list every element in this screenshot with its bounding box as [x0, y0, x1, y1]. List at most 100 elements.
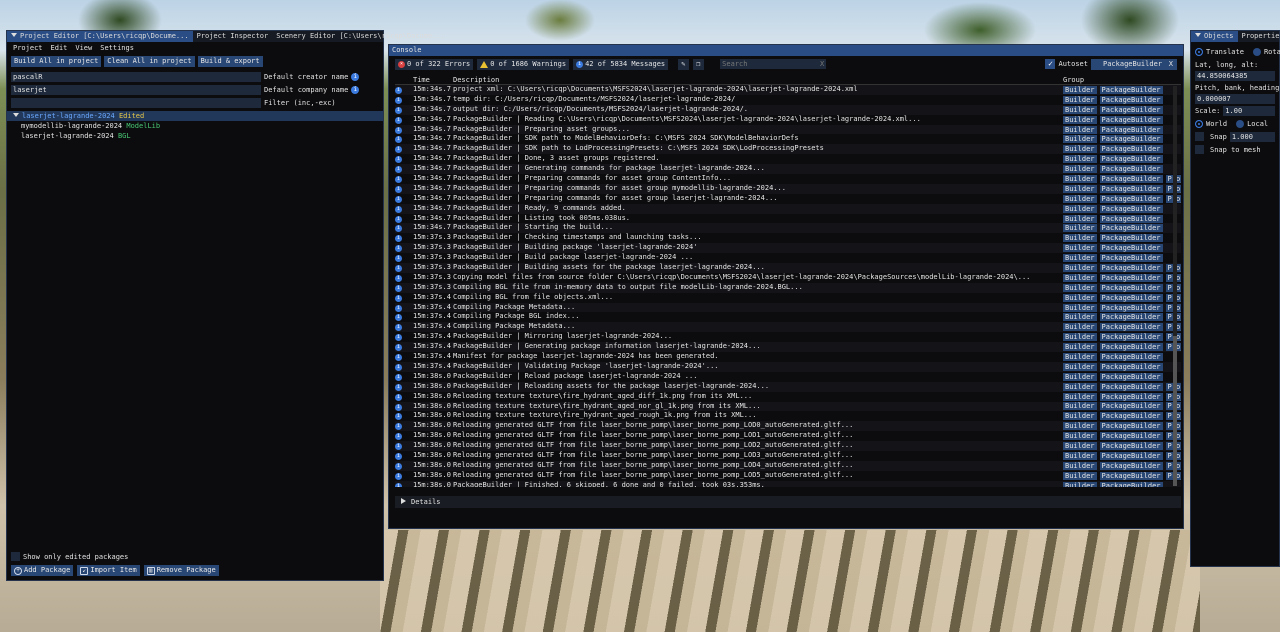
- scrollbar-thumb[interactable]: [1173, 336, 1177, 486]
- table-row[interactable]: i 15m:34s.74 PackageBuilder | Preparing co…: [395, 194, 1181, 204]
- header-time[interactable]: Time: [413, 75, 451, 84]
- search-input[interactable]: Search X: [720, 59, 827, 69]
- remove-package-button[interactable]: ▥ Remove Package: [143, 565, 219, 576]
- show-edited-checkbox[interactable]: [11, 552, 20, 561]
- table-row[interactable]: i 15m:38s.09 PackageBuilder | Reloading as…: [395, 381, 1181, 392]
- table-row[interactable]: i 15m:38s.09 Reloading generated GLTF from…: [395, 460, 1181, 471]
- company-input[interactable]: laserjet: [11, 84, 261, 95]
- table-row[interactable]: i 15m:34s.74 PackageBuilder | Generating c…: [395, 164, 1181, 175]
- table-row[interactable]: i 15m:34s.74 PackageBuilder | SDK path to …: [395, 144, 1181, 155]
- tree-item-package[interactable]: laserjet-lagrande-2024 Edited: [7, 111, 383, 121]
- table-row[interactable]: i 15m:38s.09 Reloading texture texture\fir…: [395, 401, 1181, 412]
- table-row[interactable]: i 15m:37s.33 PackageBuilder | Build packag…: [395, 253, 1181, 263]
- import-icon: ↙: [80, 566, 89, 575]
- collapse-icon[interactable]: [1195, 33, 1201, 37]
- import-item-button[interactable]: ↙ Import Item: [77, 565, 140, 576]
- table-row[interactable]: i 15m:34s.72 project xml: C:\Users\ricqp\D…: [395, 85, 1181, 95]
- menu-view[interactable]: View: [75, 44, 92, 52]
- info-icon[interactable]: i: [351, 72, 360, 81]
- tab-properties[interactable]: Properties: [1238, 31, 1280, 42]
- table-row[interactable]: i 15m:37s.45 Compiling Package BGL index..…: [395, 312, 1181, 322]
- collapse-icon[interactable]: [11, 33, 17, 37]
- table-row[interactable]: i 15m:34s.74 PackageBuilder | SDK path to …: [395, 134, 1181, 144]
- snap-checkbox[interactable]: [1195, 132, 1204, 141]
- table-row[interactable]: i 15m:38s.09 Reloading generated GLTF from…: [395, 441, 1181, 451]
- table-row[interactable]: i 15m:37s.45 PackageBuilder | Generating p…: [395, 342, 1181, 353]
- console-scrollbar[interactable]: [1173, 86, 1177, 486]
- creator-label: Default creator name: [264, 72, 349, 81]
- table-row[interactable]: i 15m:37s.45 Compiling Package Metadata...…: [395, 322, 1181, 333]
- table-row[interactable]: i 15m:37s.33 Compiling BGL file from in-me…: [395, 282, 1181, 293]
- group-filter-input[interactable]: PackageBuilder X: [1091, 58, 1177, 70]
- table-row[interactable]: i 15m:37s.33 Copying model files from sour…: [395, 273, 1181, 283]
- clean-all-button[interactable]: Clean All in project: [104, 56, 195, 67]
- group-tag-packagebuilder: PackageBuilder: [1099, 343, 1163, 352]
- table-row[interactable]: i 15m:34s.74 PackageBuilder | Preparing co…: [395, 174, 1181, 184]
- info-icon: i: [395, 433, 402, 441]
- translate-radio[interactable]: [1195, 47, 1203, 56]
- table-row[interactable]: i 15m:34s.74 PackageBuilder | Preparing co…: [395, 183, 1181, 194]
- table-row[interactable]: i 15m:37s.33 PackageBuilder | Building ass…: [395, 263, 1181, 273]
- info-icon[interactable]: i: [351, 85, 360, 94]
- world-radio[interactable]: [1195, 119, 1203, 128]
- table-row[interactable]: i 15m:34s.74 PackageBuilder | Listing took…: [395, 214, 1181, 224]
- tab-project-editor[interactable]: Project Editor [C:\Users\ricqp\Docume...: [7, 31, 193, 42]
- menu-settings[interactable]: Settings: [100, 44, 134, 52]
- table-row[interactable]: i 15m:38s.09 Reloading generated GLTF from…: [395, 451, 1181, 461]
- table-row[interactable]: i 15m:37s.45 PackageBuilder | Mirroring la…: [395, 332, 1181, 342]
- table-row[interactable]: i 15m:38s.09 Reloading generated GLTF from…: [395, 471, 1181, 481]
- rotate-radio[interactable]: [1252, 47, 1261, 56]
- table-row[interactable]: i 15m:38s.09 Reloading generated GLTF from…: [395, 431, 1181, 441]
- snap-input[interactable]: 1.000: [1229, 131, 1275, 142]
- errors-filter-button[interactable]: × 0 of 322 Errors: [395, 58, 474, 70]
- autoset-checkbox[interactable]: ✓: [1045, 59, 1056, 69]
- table-row[interactable]: i 15m:38s.09 Reloading texture texture\fir…: [395, 411, 1181, 421]
- table-row[interactable]: i 15m:37s.46 PackageBuilder | Validating P…: [395, 361, 1181, 372]
- clear-console-button[interactable]: ✎: [678, 58, 690, 70]
- scale-input[interactable]: 1.00: [1223, 105, 1275, 116]
- table-row[interactable]: i 15m:37s.45 Manifest for package laserjet…: [395, 352, 1181, 362]
- row-time: 15m:38s.09: [413, 411, 451, 420]
- build-all-button[interactable]: Build All in project: [11, 56, 102, 67]
- header-group[interactable]: Group: [1063, 75, 1181, 84]
- table-row[interactable]: i 15m:34s.72 output dir: C:/Users/ricqp/Do…: [395, 104, 1181, 115]
- messages-filter-button[interactable]: i 42 of 5834 Messages: [573, 58, 669, 70]
- expand-icon[interactable]: [13, 113, 19, 117]
- table-row[interactable]: i 15m:34s.74 PackageBuilder | Done, 3 asse…: [395, 154, 1181, 164]
- tab-project-inspector[interactable]: Project Inspector: [193, 31, 273, 42]
- console-title[interactable]: Console: [389, 45, 1183, 56]
- clear-group-icon[interactable]: X: [1169, 59, 1173, 70]
- menu-project[interactable]: Project: [13, 44, 43, 52]
- local-radio[interactable]: [1236, 119, 1245, 128]
- menu-edit[interactable]: Edit: [51, 44, 68, 52]
- pbh-input[interactable]: 0.000007: [1195, 94, 1275, 104]
- tree-item-bgl[interactable]: laserjet-lagrande-2024 BGL: [7, 131, 383, 141]
- clear-search-icon[interactable]: X: [820, 59, 824, 69]
- table-row[interactable]: i 15m:38s.09 Reloading texture texture\fir…: [395, 392, 1181, 402]
- table-row[interactable]: i 15m:34s.74 PackageBuilder | Ready, 9 com…: [395, 203, 1181, 214]
- table-row[interactable]: i 15m:34s.72 PackageBuilder | Reading C:\U…: [395, 115, 1181, 125]
- table-row[interactable]: i 15m:37s.45 Compiling Package Metadata...…: [395, 302, 1181, 313]
- table-row[interactable]: i 15m:38s.09 PackageBuilder | Finished, 6 …: [395, 480, 1181, 487]
- table-row[interactable]: i 15m:37s.33 PackageBuilder | Checking tim…: [395, 233, 1181, 243]
- tab-objects[interactable]: Objects: [1191, 31, 1238, 42]
- tree-item-modellib[interactable]: mymodellib-lagrande-2024 ModelLib: [7, 121, 383, 131]
- details-section[interactable]: Details: [395, 496, 1181, 508]
- add-package-button[interactable]: + Add Package: [11, 565, 74, 576]
- copy-console-button[interactable]: ❐: [693, 58, 705, 70]
- table-row[interactable]: i 15m:37s.33 PackageBuilder | Building pac…: [395, 243, 1181, 254]
- creator-input[interactable]: pascalR: [11, 71, 261, 82]
- warnings-filter-button[interactable]: 0 of 1686 Warnings: [477, 58, 570, 70]
- header-description[interactable]: Description: [451, 75, 1063, 84]
- table-row[interactable]: i 15m:38s.09 PackageBuilder | Reload packa…: [395, 372, 1181, 382]
- table-row[interactable]: i 15m:34s.72 temp dir: C:/Users/ricqp/Docu…: [395, 95, 1181, 105]
- lla-input[interactable]: 44.850064385: [1195, 71, 1275, 81]
- table-row[interactable]: i 15m:34s.74 PackageBuilder | Preparing as…: [395, 124, 1181, 135]
- table-row[interactable]: i 15m:34s.74 PackageBuilder | Starting the…: [395, 223, 1181, 234]
- tab-scenery-editor[interactable]: Scenery Editor [C:\Users\ricqp\Docume...: [272, 31, 449, 42]
- table-row[interactable]: i 15m:37s.42 Compiling BGL from file objec…: [395, 293, 1181, 303]
- table-row[interactable]: i 15m:38s.09 Reloading generated GLTF from…: [395, 421, 1181, 432]
- build-export-button[interactable]: Build & export: [197, 56, 263, 67]
- snap-mesh-checkbox[interactable]: [1195, 145, 1204, 154]
- filter-input[interactable]: [11, 97, 261, 108]
